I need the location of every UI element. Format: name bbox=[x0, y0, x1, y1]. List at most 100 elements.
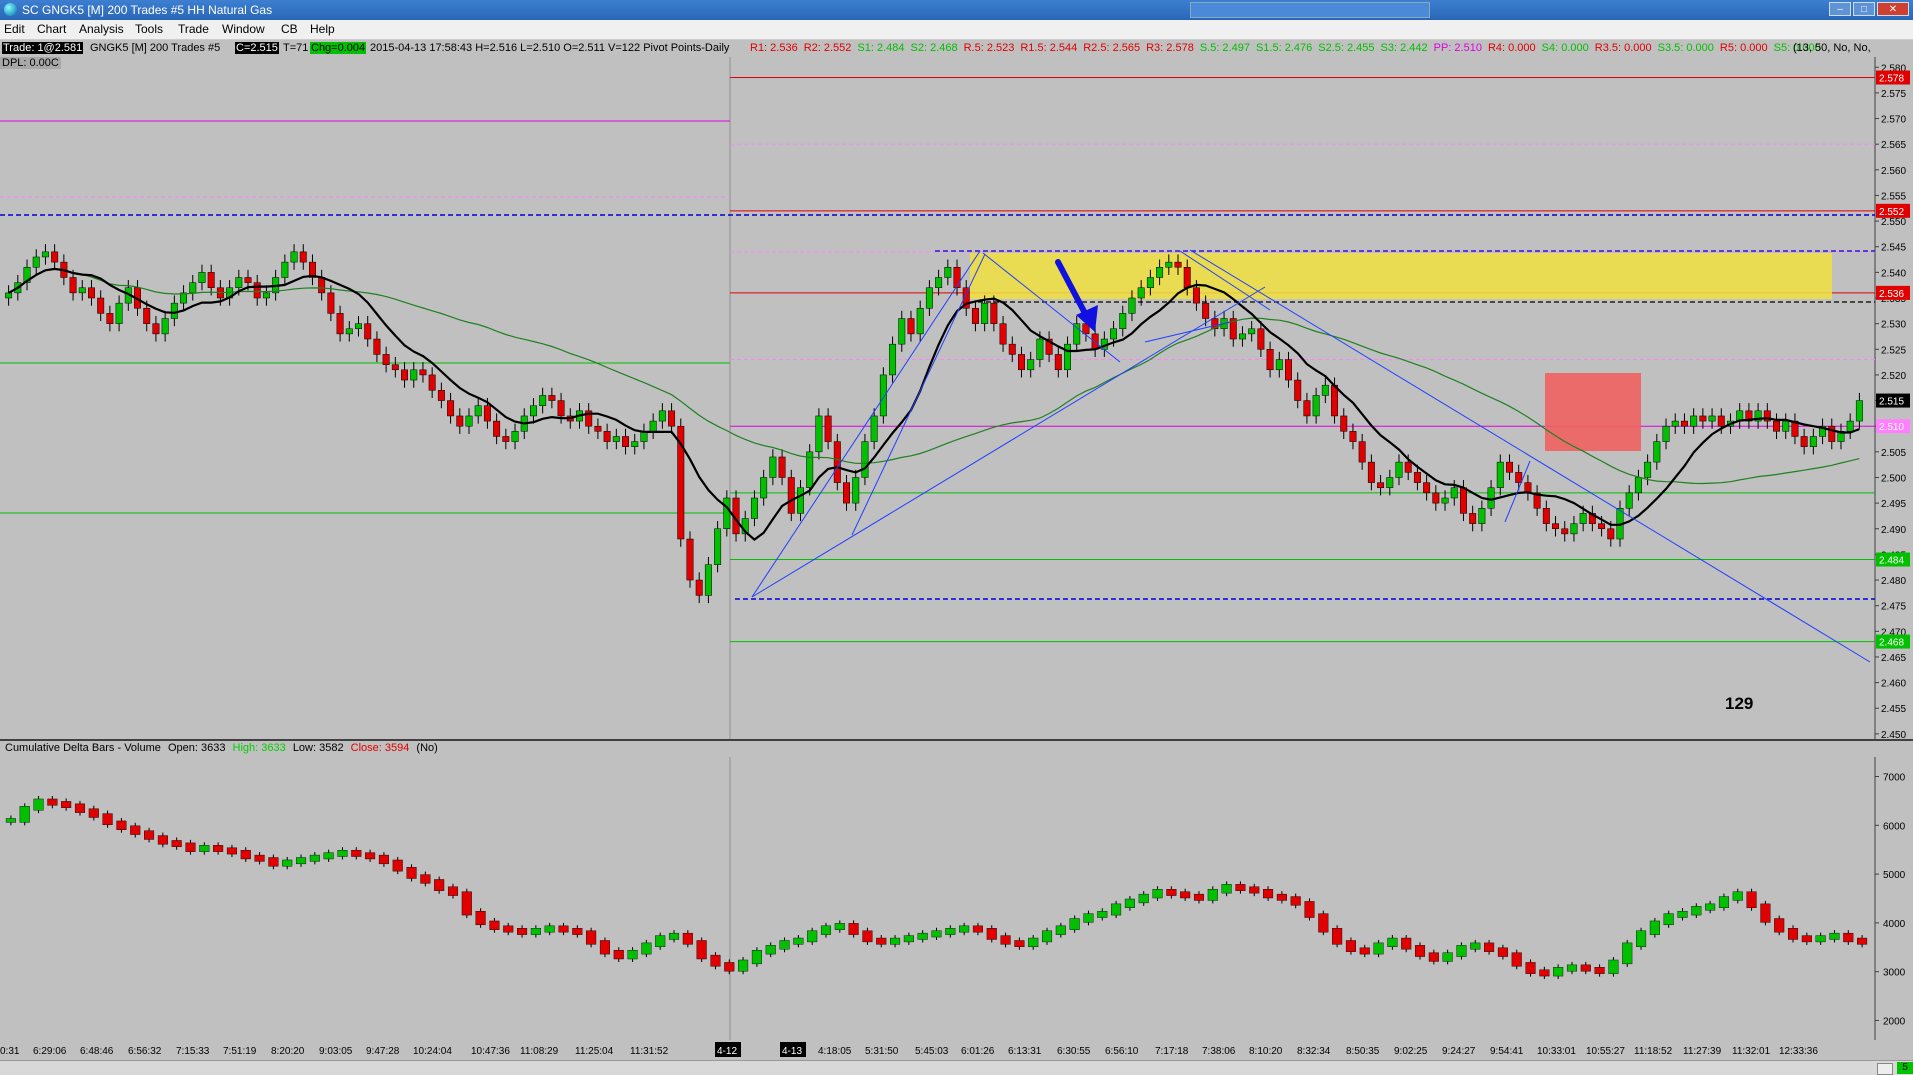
time-tick-label: 8:20:20 bbox=[271, 1046, 305, 1057]
candle bbox=[1165, 261, 1173, 268]
menu-analysis[interactable]: Analysis bbox=[79, 22, 124, 36]
horizontal-scrollbar[interactable] bbox=[1877, 1063, 1893, 1075]
candle bbox=[1238, 333, 1246, 340]
delta-bar bbox=[378, 854, 389, 865]
time-tick-label: 6:29:06 bbox=[33, 1046, 67, 1057]
pane-separator[interactable] bbox=[0, 739, 1913, 741]
delta-bar bbox=[1069, 918, 1080, 930]
close-button[interactable]: ✕ bbox=[1877, 2, 1909, 16]
candle bbox=[41, 251, 49, 258]
time-tick-label: 6:56:10 bbox=[1105, 1046, 1139, 1057]
delta-bar bbox=[1401, 937, 1412, 950]
time-tick-label: 5:45:03 bbox=[915, 1046, 949, 1057]
time-tick-label: 11:25:04 bbox=[575, 1046, 614, 1057]
price-tick-label: 2.550 bbox=[1881, 217, 1906, 228]
candle bbox=[787, 477, 795, 514]
delta-bar bbox=[1000, 935, 1011, 945]
delta-high: High: 3633 bbox=[232, 742, 286, 754]
maximize-button[interactable]: □ bbox=[1853, 2, 1875, 16]
menu-chart[interactable]: Chart bbox=[37, 22, 66, 36]
delta-bar bbox=[599, 940, 610, 955]
delta-bar bbox=[793, 937, 804, 945]
time-tick-label: 4-13 bbox=[782, 1046, 802, 1057]
delta-chart[interactable]: 2000 3000 4000 5000 6000 7000 bbox=[0, 757, 1913, 1040]
delta-bar bbox=[337, 849, 348, 857]
delta-bar bbox=[834, 923, 845, 930]
time-tick-label: 0:31 bbox=[0, 1046, 20, 1057]
time-tick-label: 7:38:06 bbox=[1202, 1046, 1236, 1057]
delta-bar bbox=[627, 950, 638, 960]
delta-bar bbox=[213, 845, 224, 852]
candle bbox=[1552, 523, 1560, 530]
time-tick-label: 11:27:39 bbox=[1683, 1046, 1722, 1057]
menu-window[interactable]: Window bbox=[222, 22, 265, 36]
candle bbox=[981, 302, 989, 324]
candle bbox=[1625, 492, 1633, 509]
delta-bar bbox=[641, 942, 652, 955]
candle bbox=[1303, 400, 1311, 417]
minimize-button[interactable]: – bbox=[1829, 2, 1851, 16]
candle bbox=[78, 287, 86, 294]
delta-bar bbox=[1622, 942, 1633, 965]
delta-bar bbox=[88, 808, 99, 818]
candle bbox=[410, 369, 418, 381]
candle bbox=[539, 395, 547, 406]
delta-bar bbox=[890, 937, 901, 945]
candle bbox=[1413, 472, 1421, 483]
menu-bar: Edit Chart Analysis Tools Trade Window C… bbox=[0, 20, 1913, 40]
candle bbox=[447, 400, 455, 417]
candle bbox=[1708, 415, 1716, 422]
price-tick-label: 2.575 bbox=[1881, 89, 1906, 100]
menu-tools[interactable]: Tools bbox=[135, 22, 163, 36]
time-tick-label: 11:32:01 bbox=[1732, 1046, 1771, 1057]
time-tick-label: 4:18:05 bbox=[818, 1046, 852, 1057]
candle bbox=[474, 405, 482, 417]
menu-help[interactable]: Help bbox=[310, 22, 335, 36]
trendline bbox=[1189, 249, 1871, 663]
close-readout: C=2.515 bbox=[235, 42, 279, 54]
delta-bar bbox=[779, 940, 790, 950]
candle bbox=[1312, 395, 1320, 417]
delta-bar bbox=[1193, 893, 1205, 901]
price-tick-label: 2.540 bbox=[1881, 268, 1906, 279]
candle bbox=[750, 497, 758, 519]
candle bbox=[1386, 477, 1394, 488]
delta-bar bbox=[931, 930, 942, 938]
candle bbox=[1450, 487, 1458, 499]
delta-bar bbox=[1428, 952, 1439, 962]
delta-bar bbox=[820, 925, 832, 935]
pivot-level: S3.5: 0.000 bbox=[1657, 42, 1714, 54]
delta-bar bbox=[876, 937, 887, 945]
trendline bbox=[751, 250, 981, 598]
menu-trade[interactable]: Trade bbox=[178, 22, 209, 36]
price-tick-label: 2.555 bbox=[1881, 191, 1906, 202]
time-tick-label: 8:10:20 bbox=[1249, 1046, 1283, 1057]
candle bbox=[1496, 461, 1504, 488]
delta-bar bbox=[1718, 896, 1729, 908]
candle bbox=[1202, 302, 1210, 319]
delta-bar bbox=[1221, 884, 1232, 894]
price-chart[interactable]: 1292.4502.4552.4602.4652.4702.4752.4802.… bbox=[0, 57, 1913, 739]
price-tick-label: 2.530 bbox=[1881, 320, 1906, 331]
delta-bar bbox=[1801, 935, 1812, 943]
menu-edit[interactable]: Edit bbox=[4, 22, 25, 36]
price-tick-label: 2.455 bbox=[1881, 704, 1906, 715]
candle bbox=[382, 354, 390, 365]
candle bbox=[953, 266, 961, 289]
candle bbox=[1275, 359, 1283, 371]
candle bbox=[1174, 261, 1182, 268]
candle bbox=[861, 441, 869, 478]
price-tick-label: 2.490 bbox=[1881, 525, 1906, 536]
delta-bar bbox=[1359, 947, 1370, 955]
delta-bar bbox=[309, 854, 320, 862]
menu-cb[interactable]: CB bbox=[281, 22, 298, 36]
delta-tick-label: 5000 bbox=[1883, 870, 1906, 881]
delta-close: Close: 3594 bbox=[350, 742, 410, 754]
delta-bar bbox=[1774, 918, 1785, 933]
delta-bar bbox=[1829, 932, 1840, 940]
candle bbox=[971, 308, 979, 324]
second-window-tab[interactable] bbox=[1190, 2, 1430, 18]
study-params: (13, 50, No, No, bbox=[1793, 42, 1871, 54]
delta-bar bbox=[1414, 945, 1426, 957]
candle bbox=[1395, 461, 1403, 478]
